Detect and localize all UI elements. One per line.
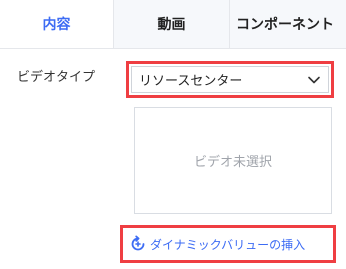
content-panel: 内容 動画 コンポーネント ビデオタイプ リソースセンター ビデオ未選択 ダイナ… (0, 0, 346, 269)
video-type-label: ビデオタイプ (17, 70, 96, 85)
insert-dynamic-value-button[interactable]: ダイナミックバリューの挿入 (120, 225, 336, 263)
video-placeholder[interactable]: ビデオ未選択 (134, 107, 332, 214)
video-type-highlight: リソースセンター (126, 61, 334, 98)
tab-content[interactable]: 内容 (0, 0, 114, 48)
tab-component[interactable]: コンポーネント (230, 0, 346, 48)
tab-bar: 内容 動画 コンポーネント (0, 0, 346, 49)
video-type-select[interactable]: リソースセンター (131, 66, 329, 93)
insert-dynamic-value-label: ダイナミックバリューの挿入 (150, 237, 306, 252)
refresh-icon (129, 235, 147, 253)
video-type-selected-value: リソースセンター (139, 74, 243, 89)
chevron-down-icon (306, 72, 322, 88)
video-placeholder-text: ビデオ未選択 (193, 155, 272, 170)
tab-video[interactable]: 動画 (114, 0, 230, 48)
